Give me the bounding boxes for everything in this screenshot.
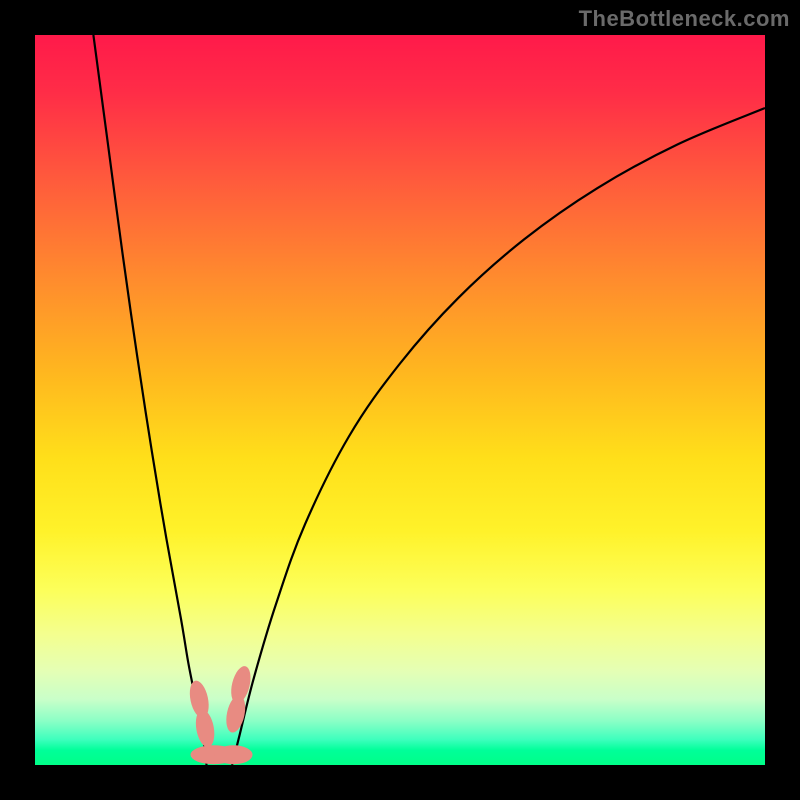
chart-area xyxy=(35,35,765,765)
marker-3 xyxy=(223,694,248,735)
chart-markers xyxy=(187,664,254,764)
watermark-text: TheBottleneck.com xyxy=(579,6,790,32)
curve-right-branch xyxy=(232,108,765,765)
chart-svg xyxy=(35,35,765,765)
marker-5 xyxy=(215,745,253,764)
curve-left-branch xyxy=(93,35,206,765)
